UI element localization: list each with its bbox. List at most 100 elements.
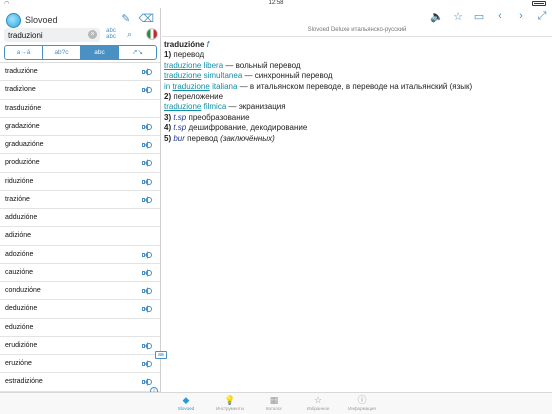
article-toolbar: 🔈 ☆ ▭ ‹ › ⤢ xyxy=(430,10,548,23)
speaker-icon[interactable] xyxy=(142,378,152,387)
word-list-item[interactable]: tradizìone xyxy=(0,81,160,100)
clear-history-icon[interactable]: ⌫ xyxy=(138,12,154,25)
sense-number: 2) xyxy=(164,92,172,102)
word-label: adozióne xyxy=(5,250,34,258)
tab-label: Slovoed xyxy=(177,406,195,411)
italian-flag-icon[interactable] xyxy=(146,28,158,40)
tab-slovoed[interactable]: ◆ Slovoed xyxy=(164,395,208,411)
word-label: eduzióne xyxy=(5,323,34,331)
tab-catalog[interactable]: ▦ Каталог xyxy=(252,395,296,411)
abc-toggle-icon[interactable]: abc abc xyxy=(104,28,118,40)
word-label: traduzióne xyxy=(5,68,38,75)
translation: перевод xyxy=(187,133,218,143)
example-translation: — в итальянском переводе, в переводе на … xyxy=(239,81,473,91)
word-list-item[interactable]: trazióne xyxy=(0,191,160,209)
domain-label: t.sp xyxy=(173,123,187,133)
speaker-icon[interactable] xyxy=(142,122,152,131)
speaker-icon[interactable] xyxy=(142,287,152,295)
mode-phrase[interactable]: ↗↘ xyxy=(119,46,156,59)
speaker-icon[interactable] xyxy=(142,250,152,259)
word-list-item[interactable]: riduzióne xyxy=(0,173,160,191)
word-label: estradizióne xyxy=(5,378,43,386)
star-icon[interactable]: ☆ xyxy=(452,10,464,23)
handwriting-icon[interactable]: ✎ xyxy=(121,12,130,25)
search-zoom-icon[interactable]: ⌕ xyxy=(127,29,132,40)
example-italian: libera xyxy=(203,60,224,70)
back-icon[interactable]: ‹ xyxy=(494,10,506,22)
word-list-item[interactable]: cauzióne xyxy=(0,264,160,282)
word-label: eruzióne xyxy=(5,360,32,367)
word-label: tradizìone xyxy=(5,86,36,94)
divider xyxy=(162,36,552,37)
tab-favorites[interactable]: ☆ Избранное xyxy=(296,395,340,411)
speaker-icon[interactable] xyxy=(142,341,152,350)
word-list-item[interactable]: eduzióne xyxy=(0,319,160,337)
mode-similar[interactable]: abc xyxy=(81,46,119,59)
word-list-item[interactable]: graduazióne xyxy=(0,136,160,155)
translation-note: (заключённых) xyxy=(220,133,275,143)
domain-label: bur xyxy=(173,133,185,143)
search-row: × abcabc ⌕ xyxy=(4,28,158,42)
tab-label: Информация xyxy=(348,406,376,411)
example-translation: — экранизация xyxy=(228,102,286,112)
word-label: graduazióne xyxy=(5,141,44,148)
headword-link[interactable]: traduzione xyxy=(164,71,201,80)
mode-translit[interactable]: a→ā xyxy=(5,46,43,59)
example-translation: — вольный перевод xyxy=(225,60,301,70)
example-translation: — синхронный перевод xyxy=(244,71,333,81)
battery-icon xyxy=(532,1,546,6)
speaker-icon[interactable]: 🔈 xyxy=(430,10,444,23)
word-label: adizióne xyxy=(5,232,32,240)
word-list-panel: Slovoed ✎ ⌫ × abcabc ⌕ a→ā ab?c abc ↗↘ t… xyxy=(0,8,161,395)
domain-label: t.sp xyxy=(173,112,187,122)
speaker-icon[interactable] xyxy=(142,360,152,368)
headword-link[interactable]: traduzione xyxy=(172,82,209,91)
word-list-item[interactable]: erudizióne xyxy=(0,337,160,355)
fullscreen-icon[interactable]: ⤢ xyxy=(536,10,548,22)
status-bar: ◠ 12:58 xyxy=(0,0,552,8)
speaker-icon[interactable] xyxy=(142,141,152,149)
word-list-item[interactable]: estradizióne xyxy=(0,373,160,392)
add-card-icon[interactable]: ▭ xyxy=(473,10,485,23)
word-label: trasduzióne xyxy=(5,104,42,112)
word-label: adduzióne xyxy=(5,214,38,221)
app-name: Slovoed xyxy=(25,15,58,25)
search-input[interactable] xyxy=(4,28,100,42)
speaker-icon[interactable] xyxy=(142,68,152,76)
speaker-icon[interactable] xyxy=(142,305,152,314)
tab-info[interactable]: ⓘ Информация xyxy=(340,395,384,411)
word-list-item[interactable]: adduzióne xyxy=(0,209,160,228)
mode-wildcard[interactable]: ab?c xyxy=(43,46,81,59)
headword-link[interactable]: traduzione xyxy=(164,61,201,70)
dictionary-title: Slovoed Deluxe итальянско-русский xyxy=(307,27,407,33)
lightbulb-icon: 💡 xyxy=(224,395,236,405)
star-icon: ☆ xyxy=(313,395,323,405)
word-list-item[interactable]: deduzióne xyxy=(0,300,160,319)
word-list-item[interactable]: adizióne xyxy=(0,227,160,246)
slovoed-icon: ◆ xyxy=(182,395,190,405)
speaker-icon[interactable] xyxy=(142,195,152,204)
word-label: deduzióne xyxy=(5,305,38,313)
speaker-icon[interactable] xyxy=(142,177,152,186)
example-italian: simultanea xyxy=(203,71,243,81)
word-list-item[interactable]: eruzióne xyxy=(0,355,160,374)
bottom-tab-bar: ◆ Slovoed 💡 Инструменты ▦ Каталог ☆ Избр… xyxy=(0,392,552,414)
example-preposition: in xyxy=(164,81,171,91)
word-list: traduzióne tradizìone trasduzióne gradazión… xyxy=(0,62,160,392)
speaker-icon[interactable] xyxy=(142,86,152,95)
word-list-item[interactable]: gradazióne xyxy=(0,118,160,136)
tab-label: Избранное xyxy=(306,406,330,411)
clear-search-icon[interactable]: × xyxy=(88,30,97,39)
word-list-item[interactable]: adozióne xyxy=(0,246,160,264)
tab-tools[interactable]: 💡 Инструменты xyxy=(208,395,252,411)
article-panel: 🔈 ☆ ▭ ‹ › ⤢ Slovoed Deluxe итальянско-ру… xyxy=(162,8,552,392)
word-list-item[interactable]: traduzióne xyxy=(0,63,160,82)
word-list-item[interactable]: trasduzióne xyxy=(0,100,160,118)
word-list-item[interactable]: conduzióne xyxy=(0,282,160,301)
translation: переложение xyxy=(173,92,224,102)
word-list-item[interactable]: produzióne xyxy=(0,154,160,173)
speaker-icon[interactable] xyxy=(142,159,152,168)
forward-icon[interactable]: › xyxy=(515,10,527,22)
headword-link[interactable]: traduzione xyxy=(164,102,201,111)
speaker-icon[interactable] xyxy=(142,268,152,277)
